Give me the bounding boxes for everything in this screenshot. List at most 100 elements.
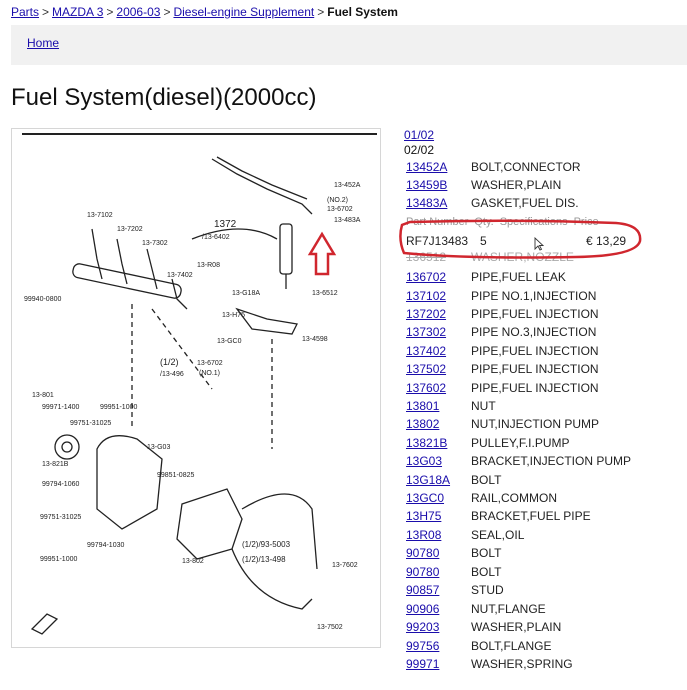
parts-list: 01/02 02/02 13452A BOLT,CONNECTOR 13459B WA… [404, 128, 687, 671]
part-code-link[interactable]: 99756 [406, 639, 466, 653]
part-code-link[interactable]: 13459B [406, 178, 466, 192]
breadcrumb-group-link[interactable]: Diesel-engine Supplement [173, 5, 314, 19]
highlight-annotation [399, 219, 642, 259]
part-description: BOLT [471, 565, 502, 579]
diagram-label: (1/2)/93-5003 [242, 540, 291, 549]
part-description: PULLEY,F.I.PUMP [471, 436, 570, 450]
diagram-label: 13-7302 [142, 240, 168, 247]
diagram-label: 13-4598 [302, 336, 328, 343]
part-code-link[interactable]: 13G18A [406, 473, 466, 487]
part-description: BOLT,CONNECTOR [471, 160, 581, 174]
diagram-label: (NO.2) [327, 197, 348, 204]
breadcrumb-parts-link[interactable]: Parts [11, 5, 39, 19]
part-code-link[interactable]: 137602 [406, 381, 466, 395]
part-code-link[interactable]: 137302 [406, 325, 466, 339]
part-description: NUT,FLANGE [471, 602, 546, 616]
part-description: BOLT [471, 473, 502, 487]
page-current: 02/02 [404, 143, 435, 157]
diagram-label: 13-7202 [117, 226, 143, 233]
diagram-label: 13-801 [32, 392, 54, 399]
parts-diagram[interactable]: 13-452A (NO.2) 13-6702 13-483A 13-7102 1… [11, 128, 381, 648]
part-description: PIPE,FUEL INJECTION [471, 344, 599, 358]
part-code-link[interactable]: 13821B [406, 436, 466, 450]
parts-diagram-drawing: 13-452A (NO.2) 13-6702 13-483A 13-7102 1… [22, 133, 377, 635]
part-description: WASHER,PLAIN [471, 178, 562, 192]
part-code-link[interactable]: 90857 [406, 583, 466, 597]
part-description: BRACKET,FUEL PIPE [471, 509, 591, 523]
breadcrumb-years-link[interactable]: 2006-03 [116, 5, 160, 19]
part-code-link[interactable]: 99203 [406, 620, 466, 634]
diagram-label: 99940-0800 [24, 296, 61, 303]
part-code-link[interactable]: 13483A [406, 196, 466, 210]
part-description: PIPE,FUEL INJECTION [471, 381, 599, 395]
part-description: NUT,INJECTION PUMP [471, 417, 600, 431]
part-code-link[interactable]: 13452A [406, 160, 466, 174]
diagram-label: 13-821B [42, 461, 69, 468]
part-description: PIPE NO.1,INJECTION [471, 289, 597, 303]
diagram-label: 13-6702 [197, 360, 223, 367]
part-code-link[interactable]: 137202 [406, 307, 466, 321]
diagram-label: /13-6402 [202, 234, 230, 241]
part-code-link[interactable]: 137102 [406, 289, 466, 303]
part-description: BOLT,FLANGE [471, 639, 552, 653]
page-link-1[interactable]: 01/02 [404, 128, 687, 143]
diagram-label: 13-7102 [87, 212, 113, 219]
diagram-label: 13-R08 [197, 262, 220, 269]
part-description: SEAL,OIL [471, 528, 525, 542]
home-link[interactable]: Home [27, 36, 59, 50]
breadcrumb-current: Fuel System [327, 5, 398, 19]
part-code-link[interactable]: 13802 [406, 417, 466, 431]
diagram-label: /13-496 [160, 371, 184, 378]
diagram-label: 13-452A [334, 182, 361, 189]
diagram-label: 99951-1000 [100, 404, 137, 411]
pagination: 01/02 02/02 [404, 128, 687, 158]
part-description: NUT [471, 399, 496, 413]
part-description: PIPE NO.3,INJECTION [471, 325, 597, 339]
part-description: WASHER,SPRING [471, 657, 573, 671]
part-code-link[interactable]: 13GC0 [406, 491, 466, 505]
part-code-link[interactable]: 13R08 [406, 528, 466, 542]
part-code-link[interactable]: 136702 [406, 270, 466, 284]
part-description: BOLT [471, 546, 502, 560]
part-code-link[interactable]: 13H75 [406, 509, 466, 523]
breadcrumb: Parts > MAZDA 3 >2006-03 > Diesel-engine Supp… [11, 5, 398, 19]
part-code-link[interactable]: 137502 [406, 362, 466, 376]
diagram-label: 99951-1000 [40, 556, 77, 563]
diagram-label: 13-GC0 [217, 338, 242, 345]
part-description: RAIL,COMMON [471, 491, 558, 505]
nav-bar: Home [11, 25, 687, 65]
part-description: STUD [471, 583, 504, 597]
part-description: PIPE,FUEL INJECTION [471, 307, 599, 321]
diagram-label: (1/2) [160, 357, 179, 367]
page-title: Fuel System(diesel)(2000cc) [11, 84, 317, 111]
part-code-link[interactable]: 13G03 [406, 454, 466, 468]
part-code-link[interactable]: 137402 [406, 344, 466, 358]
diagram-label: 99751-31025 [40, 514, 81, 521]
part-description: WASHER,PLAIN [471, 620, 562, 634]
diagram-label: 13-802 [182, 558, 204, 565]
part-code-link[interactable]: 90780 [406, 565, 466, 579]
part-code-link[interactable]: 99971 [406, 657, 466, 671]
diagram-label: 13-7502 [317, 624, 343, 631]
diagram-label: 13-G03 [147, 444, 170, 451]
part-code-link[interactable]: 90906 [406, 602, 466, 616]
diagram-label: 99794-1030 [87, 542, 124, 549]
part-code-link[interactable]: 13801 [406, 399, 466, 413]
diagram-label: 13-483A [334, 217, 361, 224]
part-description: GASKET,FUEL DIS. [471, 196, 579, 210]
diagram-label: (NO.1) [199, 370, 220, 377]
part-description: PIPE,FUEL INJECTION [471, 362, 599, 376]
diagram-label: 1372 [214, 219, 237, 230]
part-description: BRACKET,INJECTION PUMP [471, 454, 632, 468]
breadcrumb-separator: > [163, 5, 171, 19]
part-code-link[interactable]: 90780 [406, 546, 466, 560]
diagram-label: 13-7602 [332, 562, 358, 569]
diagram-label: 13-G18A [232, 290, 260, 297]
breadcrumb-model-link[interactable]: MAZDA 3 [52, 5, 103, 19]
part-description: PIPE,FUEL LEAK [471, 270, 566, 284]
diagram-label: 99971-1400 [42, 404, 79, 411]
diagram-label: (1/2)/13-498 [242, 555, 286, 564]
breadcrumb-separator: > [317, 5, 325, 19]
diagram-label: 13-6702 [327, 206, 353, 213]
diagram-label: 99751-31025 [70, 420, 111, 427]
